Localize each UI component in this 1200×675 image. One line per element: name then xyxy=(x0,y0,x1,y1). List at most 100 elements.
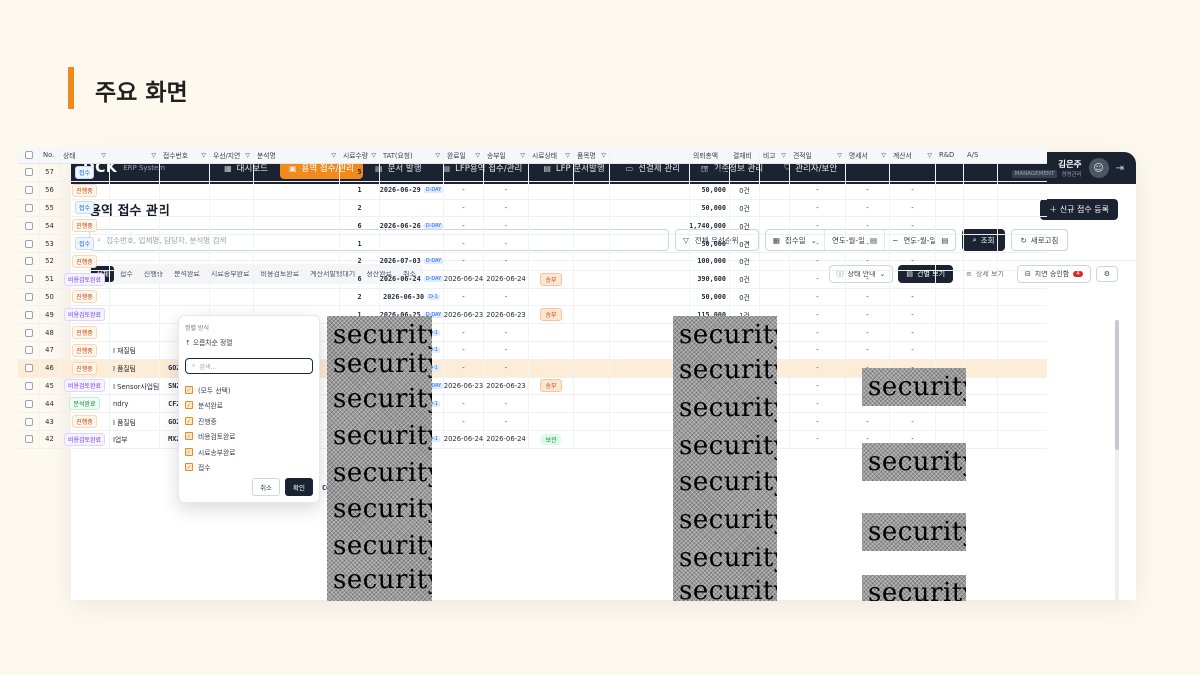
row-checkbox[interactable] xyxy=(24,186,33,195)
dropdown-option[interactable]: ✓ 비용검토완료 xyxy=(185,429,313,445)
table-row[interactable]: 54 진행중 6 2026-06-26 D-DAY - - 1,740,000 0건 - - - xyxy=(18,217,1047,236)
row-checkbox-cell[interactable] xyxy=(18,181,40,199)
header-checkbox-cell[interactable] xyxy=(18,147,40,163)
row-checkbox-cell[interactable] xyxy=(18,270,40,288)
dropdown-option[interactable]: ✓ (모두 선택) xyxy=(185,382,313,398)
row-checkbox-cell[interactable] xyxy=(18,217,40,235)
column-header[interactable]: 계산서 ▽ xyxy=(890,147,936,163)
row-checkbox[interactable] xyxy=(24,257,33,266)
avatar[interactable]: ☺ xyxy=(1088,158,1109,178)
row-checkbox[interactable] xyxy=(24,275,33,284)
row-checkbox-cell[interactable] xyxy=(18,430,40,448)
row-checkbox[interactable] xyxy=(24,328,33,337)
checkbox-checked-icon[interactable]: ✓ xyxy=(185,385,193,394)
row-checkbox[interactable] xyxy=(24,381,33,390)
table-row[interactable]: 57 접수 5 - - 150,000 0건 - - - xyxy=(18,164,1047,182)
checkbox-checked-icon[interactable]: ✓ xyxy=(185,432,193,441)
filter-funnel-icon[interactable]: ▽ xyxy=(475,152,480,159)
table-row[interactable]: 53 접수 1 - - 50,000 0건 - - - xyxy=(18,235,1047,253)
column-header[interactable]: 분석명 ▽ xyxy=(254,147,340,163)
column-header[interactable]: ▽ xyxy=(110,147,160,163)
filter-funnel-icon[interactable]: ▽ xyxy=(837,152,842,159)
row-checkbox-cell[interactable] xyxy=(18,288,40,306)
table-row[interactable]: 52 진행중 2 2026-07-03 D-DAY - - 100,000 0건 - - - xyxy=(18,252,1047,271)
column-header[interactable]: 견적일 ▽ xyxy=(790,147,846,163)
dropdown-option[interactable]: ✓ 시료송부완료 xyxy=(185,444,313,460)
row-checkbox[interactable] xyxy=(24,364,33,373)
filter-funnel-icon[interactable]: ▽ xyxy=(435,152,440,159)
new-receipt-button[interactable]: ＋ 신규 접수 등록 xyxy=(1040,198,1118,220)
row-checkbox[interactable] xyxy=(24,310,33,319)
settings-button[interactable]: ⚙ xyxy=(1095,265,1118,282)
column-header[interactable]: 비고 ▽ xyxy=(760,147,790,163)
column-header[interactable]: 명세서 ▽ xyxy=(846,147,890,163)
filter-funnel-icon[interactable]: ▽ xyxy=(927,152,932,159)
row-checkbox-cell[interactable] xyxy=(18,252,40,270)
table-row[interactable]: 49 비용검토완료 1 2026-06-25 D-DAY 2026-06-23 2026-0… xyxy=(18,306,1047,325)
column-header[interactable]: TAT(요청) ▽ xyxy=(380,147,444,163)
scrollbar-thumb[interactable] xyxy=(1115,320,1119,450)
table-row[interactable]: 56 진행중 1 2026-06-29 D-DAY - - 50,000 0건 - - - xyxy=(18,181,1047,200)
dropdown-option[interactable]: ✓ 진행중 xyxy=(185,413,313,429)
checkbox-checked-icon[interactable]: ✓ xyxy=(185,416,193,425)
table-row[interactable]: 43진행중I 품질팀GO2605735--250,0000건--- xyxy=(18,413,1047,431)
dropdown-ok-button[interactable]: 확인 xyxy=(285,478,313,496)
row-checkbox-cell[interactable] xyxy=(18,324,40,341)
column-header[interactable] xyxy=(610,147,690,163)
dropdown-search-input[interactable]: ⌕ 검색... xyxy=(185,358,313,374)
filter-funnel-icon[interactable]: ▽ xyxy=(331,152,336,159)
row-checkbox-cell[interactable] xyxy=(18,235,40,252)
row-checkbox-cell[interactable] xyxy=(18,306,40,324)
column-header[interactable]: 상태 ▽ xyxy=(60,147,110,163)
table-row[interactable]: 55 접수 2 - - 50,000 0건 - - - xyxy=(18,199,1047,218)
filter-funnel-icon[interactable]: ▽ xyxy=(520,152,525,159)
filter-funnel-icon[interactable]: ▽ xyxy=(101,152,106,159)
checkbox-checked-icon[interactable]: ✓ xyxy=(185,463,193,472)
filter-funnel-icon[interactable]: ▽ xyxy=(601,152,606,159)
row-checkbox-cell[interactable] xyxy=(18,164,40,181)
column-header[interactable]: R&D xyxy=(936,147,964,163)
column-header[interactable]: 접수번호 ▽ xyxy=(160,147,210,163)
filter-funnel-icon[interactable]: ▽ xyxy=(881,152,886,159)
dropdown-option[interactable]: ✓ 접수 xyxy=(185,460,313,476)
filter-funnel-icon[interactable]: ▽ xyxy=(151,152,156,159)
filter-funnel-icon[interactable]: ▽ xyxy=(781,152,786,159)
column-header[interactable]: 의뢰총액 xyxy=(690,147,730,163)
row-checkbox[interactable] xyxy=(24,221,33,230)
row-checkbox-cell[interactable] xyxy=(18,199,40,217)
filter-funnel-icon[interactable]: ▽ xyxy=(245,152,250,159)
column-header[interactable]: 결재비 xyxy=(730,147,760,163)
row-checkbox-cell[interactable] xyxy=(18,341,40,359)
filter-funnel-icon[interactable]: ▽ xyxy=(201,152,206,159)
table-row[interactable]: 50 진행중 2 2026-06-30 D-1 - - 50,000 0건 - - - xyxy=(18,288,1047,307)
row-checkbox[interactable] xyxy=(24,168,33,177)
column-header[interactable]: 시료상태 ▽ xyxy=(529,147,574,163)
column-header[interactable]: 시료수량 ▽ xyxy=(340,147,380,163)
row-checkbox[interactable] xyxy=(24,417,33,426)
row-checkbox[interactable] xyxy=(24,435,33,444)
row-checkbox[interactable] xyxy=(24,292,33,301)
table-row[interactable]: 48진행중12026-06-29D-1--50,0000건--- xyxy=(18,324,1047,342)
checkbox-checked-icon[interactable]: ✓ xyxy=(185,401,193,410)
row-checkbox-cell[interactable] xyxy=(18,377,40,395)
filter-funnel-icon[interactable]: ▽ xyxy=(565,152,570,159)
column-header[interactable]: 우선/지연 ▽ xyxy=(210,147,254,163)
row-checkbox-cell[interactable] xyxy=(18,395,40,413)
column-header[interactable]: 품목명 ▽ xyxy=(574,147,610,163)
column-header[interactable]: 송부일 ▽ xyxy=(484,147,529,163)
row-checkbox[interactable] xyxy=(24,399,33,408)
select-all-checkbox[interactable] xyxy=(24,151,33,159)
dropdown-cancel-button[interactable]: 취소 xyxy=(252,478,281,496)
column-header[interactable]: 완료일 ▽ xyxy=(444,147,484,163)
logout-icon[interactable]: ⇥ xyxy=(1116,163,1124,174)
dropdown-option[interactable]: ✓ 분석완료 xyxy=(185,398,313,414)
row-checkbox[interactable] xyxy=(24,346,33,355)
column-header[interactable]: No. xyxy=(40,147,60,163)
row-checkbox-cell[interactable] xyxy=(18,359,40,377)
row-checkbox-cell[interactable] xyxy=(18,413,40,430)
table-row[interactable]: 51 비용검토완료 6 2026-06-24 D-DAY 2026-06-24 2026-0… xyxy=(18,270,1047,289)
checkbox-checked-icon[interactable]: ✓ xyxy=(185,447,193,456)
row-checkbox[interactable] xyxy=(24,239,33,248)
column-header[interactable]: A/S xyxy=(964,147,998,163)
table-row[interactable]: 47진행중I 재질팀12026-07-03D-1--50,0000건--- xyxy=(18,341,1047,360)
